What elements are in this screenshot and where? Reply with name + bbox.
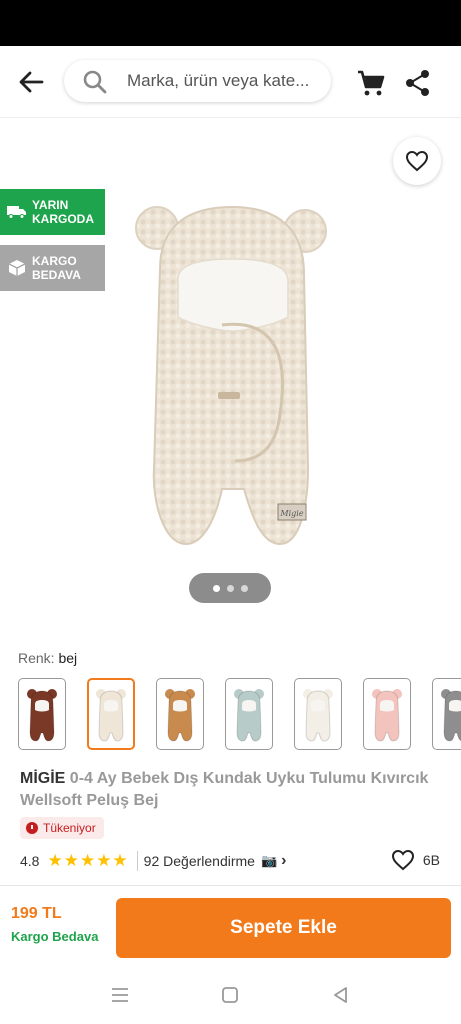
color-swatch-list	[18, 678, 461, 752]
swatch-thumbnail	[303, 689, 333, 742]
color-swatch[interactable]	[87, 678, 135, 750]
swatch-thumbnail	[96, 689, 126, 742]
system-nav-bar	[0, 967, 461, 1024]
image-pagination[interactable]	[189, 573, 271, 603]
chevron-right-icon[interactable]: ›	[281, 852, 286, 870]
search-input[interactable]: Marka, ürün veya kate...	[127, 71, 323, 91]
star-rating: ★★★★★	[47, 851, 129, 870]
color-swatch[interactable]	[225, 678, 273, 750]
product-title: MİGİE 0-4 Ay Bebek Dış Kundak Uyku Tulum…	[20, 768, 440, 812]
search-icon	[83, 70, 107, 94]
badge-line: KARGO	[32, 254, 77, 268]
badge-line: BEDAVA	[32, 268, 81, 282]
stock-status-badge: Tükeniyor	[20, 817, 104, 839]
top-header: Marka, ürün veya kate...	[0, 46, 461, 118]
next-day-shipping-badge: YARIN KARGODA	[0, 189, 105, 235]
page-dot[interactable]	[212, 584, 220, 592]
status-bar	[0, 0, 461, 46]
swatch-thumbnail	[372, 689, 402, 742]
stock-status-text: Tükeniyor	[43, 821, 96, 835]
share-icon[interactable]	[403, 68, 433, 98]
color-selection-label: Renk: bej	[18, 650, 77, 666]
back-icon[interactable]	[330, 985, 352, 1005]
box-icon	[6, 259, 28, 277]
color-value: bej	[58, 650, 78, 666]
search-bar[interactable]: Marka, ürün veya kate...	[64, 60, 331, 102]
free-shipping-text: Kargo Bedava	[11, 929, 99, 944]
menu-icon[interactable]	[109, 985, 131, 1005]
badge-line: YARIN	[32, 198, 69, 212]
add-to-cart-button[interactable]: Sepete Ekle	[116, 898, 451, 958]
product-image: Migie	[135, 205, 327, 546]
page-dot[interactable]	[226, 584, 234, 592]
price: 199 TL	[11, 905, 62, 922]
heart-icon	[405, 150, 429, 172]
free-shipping-badge: KARGO BEDAVA	[0, 245, 105, 291]
clock-icon	[26, 822, 38, 834]
page-dot[interactable]	[240, 584, 248, 592]
product-name: 0-4 Ay Bebek Dış Kundak Uyku Tulumu Kıvı…	[20, 770, 429, 809]
swatch-thumbnail	[165, 689, 195, 742]
product-gallery[interactable]: YARIN KARGODA KARGO BEDAVA Migie	[0, 119, 461, 634]
color-label: Renk:	[18, 650, 55, 666]
favorite-button[interactable]	[393, 137, 441, 185]
color-swatch[interactable]	[156, 678, 204, 750]
rating-row: 4.8 ★★★★★ 92 Değerlendirme 📷 › 6B	[20, 849, 440, 873]
truck-icon	[6, 205, 28, 219]
color-swatch[interactable]	[432, 678, 461, 750]
back-button[interactable]	[14, 66, 48, 98]
swatch-thumbnail	[27, 689, 57, 742]
cart-icon[interactable]	[356, 68, 386, 98]
color-swatch[interactable]	[294, 678, 342, 750]
bottom-action-bar: 199 TL Kargo Bedava Sepete Ekle	[0, 885, 461, 967]
review-count-link[interactable]: 92 Değerlendirme	[144, 853, 255, 869]
badge-line: KARGODA	[32, 212, 94, 226]
color-swatch[interactable]	[363, 678, 411, 750]
like-count-text: 6B	[422, 852, 440, 868]
svg-text:Migie: Migie	[279, 509, 303, 518]
home-icon[interactable]	[219, 985, 241, 1005]
camera-icon: 📷	[260, 853, 278, 868]
color-swatch[interactable]	[18, 678, 66, 750]
back-arrow-icon	[19, 71, 44, 93]
heart-icon[interactable]	[391, 849, 415, 871]
like-count[interactable]: 6B	[391, 849, 440, 871]
swatch-thumbnail	[234, 689, 264, 742]
swatch-thumbnail	[441, 689, 461, 742]
divider	[136, 851, 138, 871]
brand-name[interactable]: MİGİE	[20, 770, 65, 787]
rating-value: 4.8	[20, 853, 40, 869]
